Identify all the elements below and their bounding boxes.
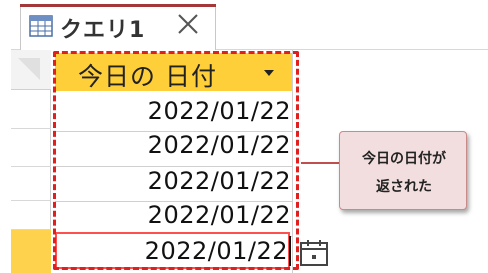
tab-active-accent xyxy=(20,4,216,7)
select-all-triangle xyxy=(18,58,40,80)
row-selector-current[interactable] xyxy=(11,230,51,273)
callout-box: 今日の日付が 返された xyxy=(339,131,467,210)
row-selector-divider xyxy=(11,200,51,201)
row-selector-divider xyxy=(11,166,51,167)
calendar-icon[interactable] xyxy=(298,238,330,268)
datasheet-icon xyxy=(29,15,53,37)
callout-text-line2: 返された xyxy=(376,179,432,195)
row-selector-divider xyxy=(11,128,51,129)
column-highlight-outline xyxy=(53,51,299,270)
window-left-edge xyxy=(0,0,11,273)
tab-label: クエリ1 xyxy=(60,18,146,43)
callout-text-line1: 今日の日付が xyxy=(362,151,446,167)
close-icon[interactable] xyxy=(174,10,202,38)
callout-connector-line xyxy=(301,162,339,164)
